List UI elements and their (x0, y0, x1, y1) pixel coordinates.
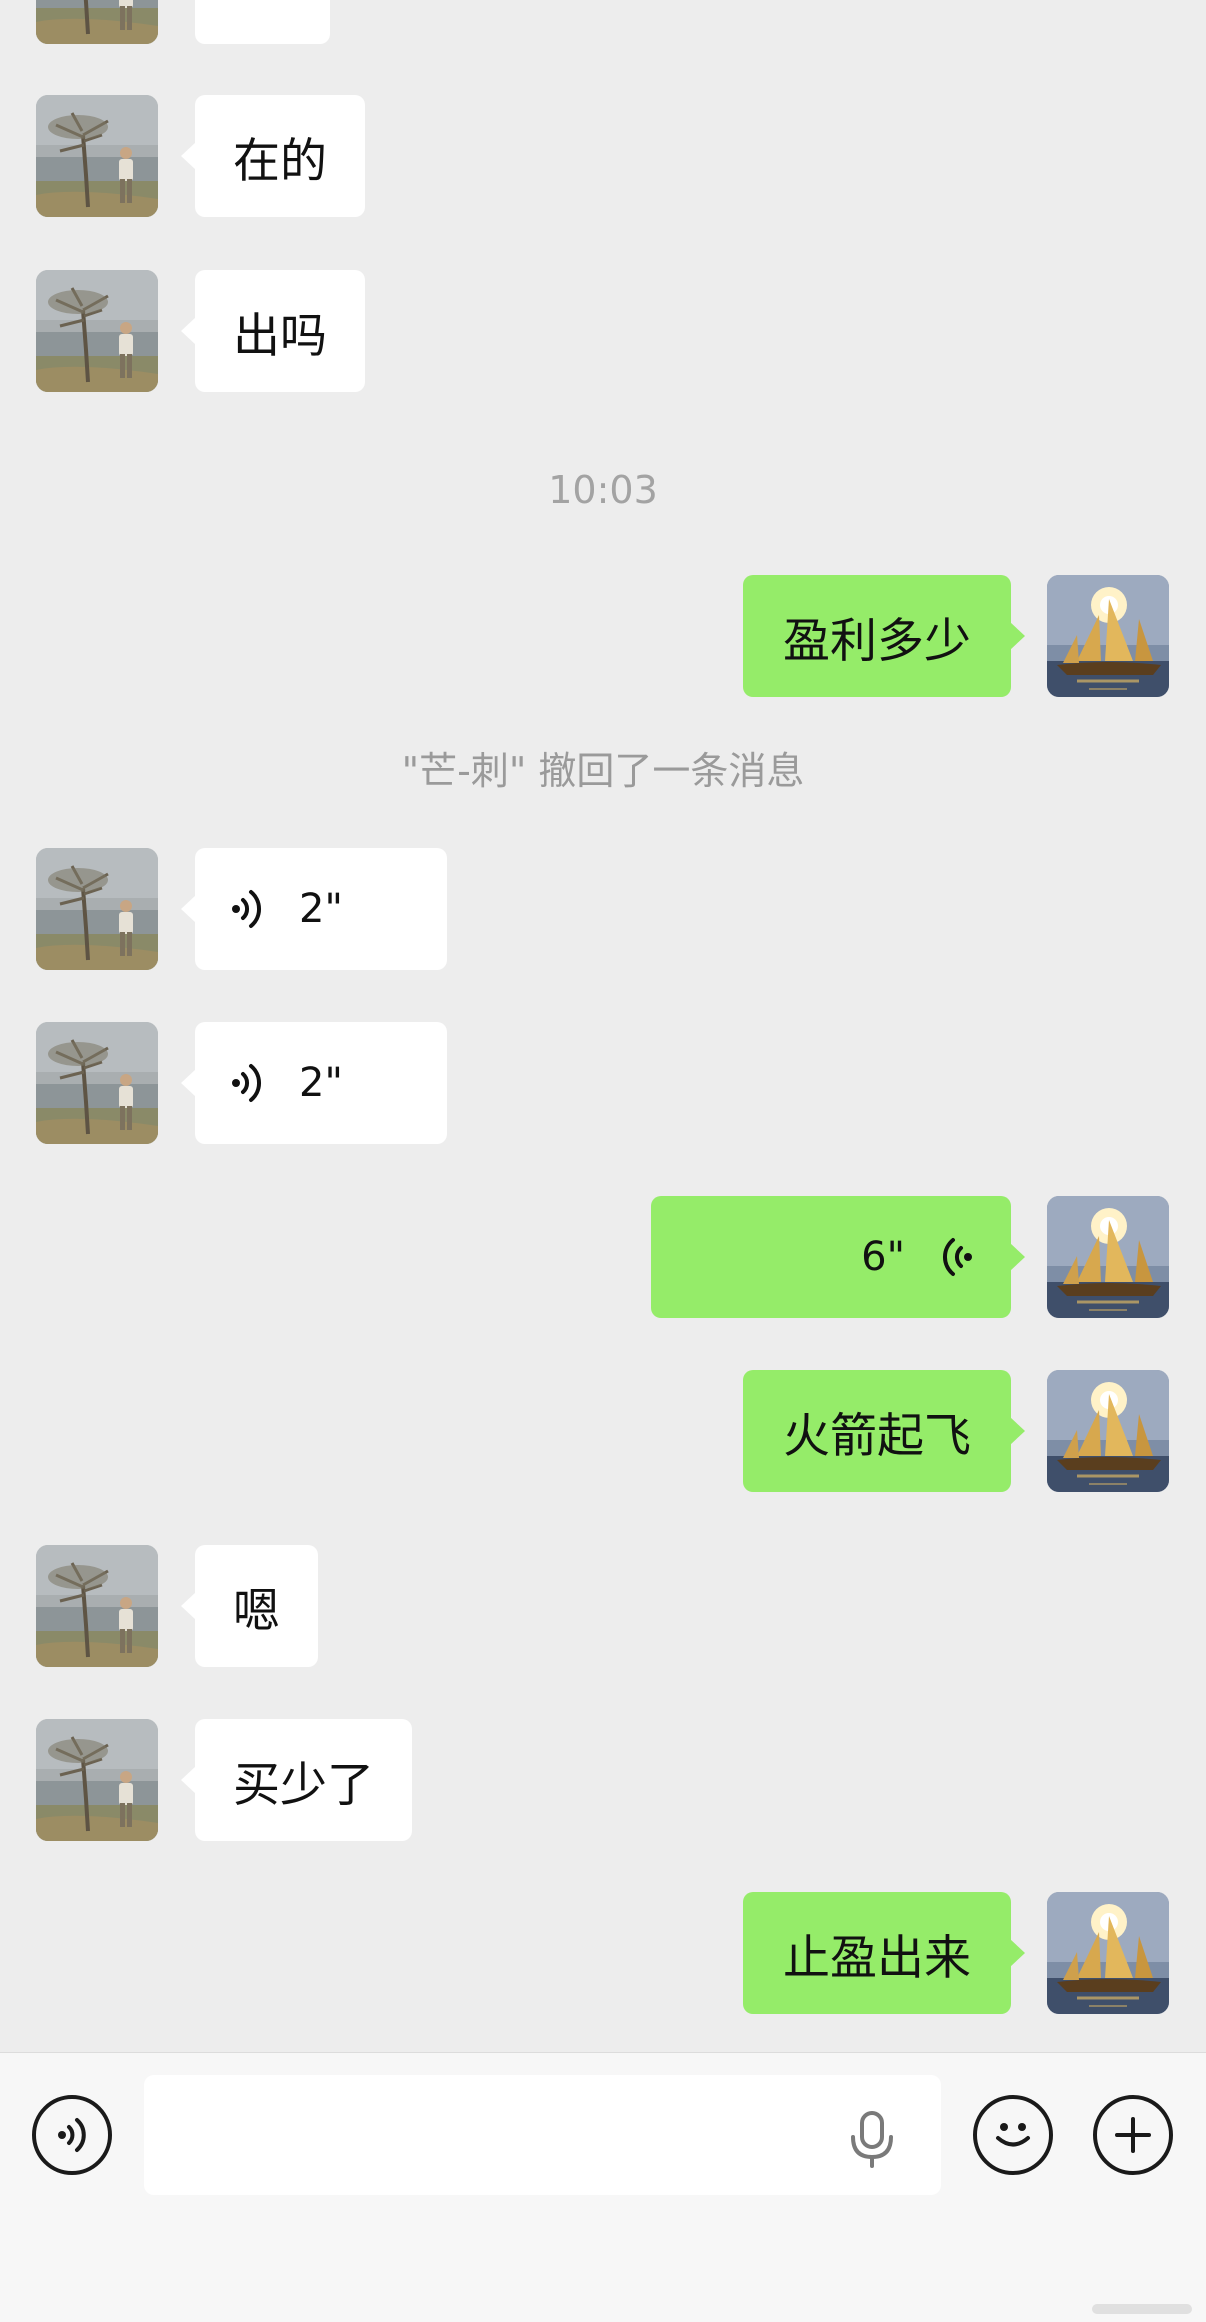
voice-message-incoming[interactable]: 2" (181, 848, 447, 970)
message-bubble-incoming[interactable]: 嗯 (181, 1545, 318, 1667)
home-indicator (1092, 2304, 1192, 2314)
message-input[interactable] (144, 2075, 941, 2195)
contact-avatar[interactable] (36, 95, 158, 217)
voice-wave-icon (229, 884, 269, 934)
message-bubble-outgoing[interactable]: 止盈出来 (743, 1892, 1025, 2014)
message-bubble-outgoing[interactable]: 盈利多少 (743, 575, 1025, 697)
contact-avatar[interactable] (36, 1022, 158, 1144)
message-text: 在的 (233, 133, 327, 189)
voice-mode-button[interactable] (32, 2095, 112, 2175)
voice-duration: 6" (861, 1234, 905, 1280)
message-text: 买少了 (233, 1757, 374, 1813)
microphone-icon[interactable] (847, 2109, 897, 2169)
message-bubble-incoming[interactable]: 买少了 (181, 1719, 412, 1841)
message-text: 出吗 (233, 308, 327, 364)
plus-icon (1111, 2113, 1155, 2157)
timestamp: 10:03 (548, 468, 658, 512)
message-bubble-incoming[interactable]: 在的 (181, 95, 365, 217)
contact-avatar[interactable] (36, 270, 158, 392)
message-bubble-outgoing[interactable]: 火箭起飞 (743, 1370, 1025, 1492)
contact-avatar[interactable] (36, 1719, 158, 1841)
message-text: 止盈出来 (783, 1930, 971, 1986)
emoji-icon (985, 2107, 1041, 2163)
voice-message-incoming[interactable]: 2" (181, 1022, 447, 1144)
voice-wave-icon (229, 1058, 269, 1108)
contact-avatar[interactable] (36, 1545, 158, 1667)
my-avatar[interactable] (1047, 1892, 1169, 2014)
voice-duration: 2" (299, 1060, 343, 1106)
my-avatar[interactable] (1047, 1196, 1169, 1318)
input-bar (0, 2052, 1206, 2322)
recall-notice: "芒-刺" 撤回了一条消息 (401, 749, 805, 793)
message-bubble-incoming[interactable]: 出吗 (181, 270, 365, 392)
message-text: 嗯 (233, 1583, 280, 1639)
chat-message-list[interactable]: 在的 出吗 10:03 盈利多少 "芒-刺" 撤回了一条消息 2" 2" 6" … (0, 0, 1206, 2052)
contact-avatar[interactable] (36, 0, 158, 44)
my-avatar[interactable] (1047, 575, 1169, 697)
contact-avatar[interactable] (36, 848, 158, 970)
voice-wave-icon (935, 1232, 975, 1282)
message-text: 火箭起飞 (783, 1408, 971, 1464)
message-bubble-partial[interactable] (195, 0, 330, 44)
more-actions-button[interactable] (1093, 2095, 1173, 2175)
my-avatar[interactable] (1047, 1370, 1169, 1492)
message-text: 盈利多少 (783, 613, 971, 669)
voice-duration: 2" (299, 886, 343, 932)
emoji-button[interactable] (973, 2095, 1053, 2175)
voice-message-outgoing[interactable]: 6" (651, 1196, 1025, 1318)
voice-mode-icon (52, 2113, 92, 2157)
